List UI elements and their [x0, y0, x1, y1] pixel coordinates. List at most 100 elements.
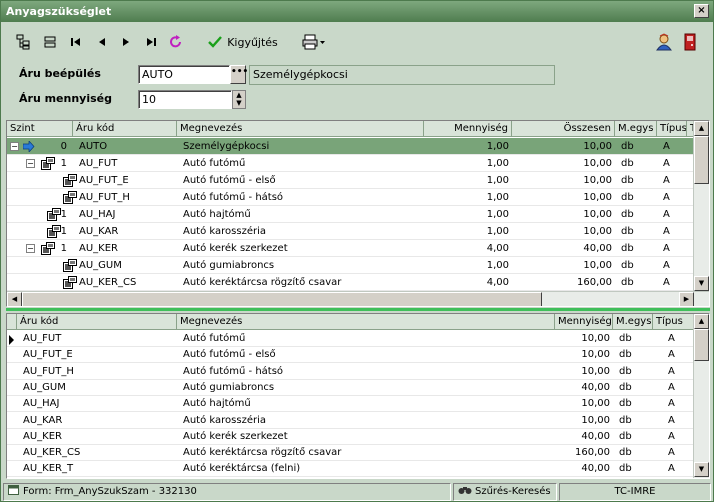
type-cell: A	[663, 141, 670, 152]
col-mennyiseg[interactable]: Mennyiség	[424, 121, 512, 137]
aru-mennyiseg-input[interactable]: 10	[138, 90, 232, 109]
status-form-name: Form: Frm_AnySzukSzam - 332130	[23, 486, 197, 497]
col-tipus[interactable]: Típus	[653, 314, 695, 330]
collapse-icon[interactable]: −	[10, 142, 19, 151]
scroll-up-icon[interactable]: ▲	[694, 314, 709, 329]
exit-button[interactable]	[679, 31, 701, 53]
spin-up-icon[interactable]: ▲	[233, 91, 245, 99]
summary-vertical-scrollbar[interactable]: ▲ ▼	[693, 314, 709, 478]
list-row[interactable]: AU_KAR Autó karosszéria 10,00 db A	[7, 413, 693, 429]
list-row[interactable]: AU_FUT_H Autó futómű - hátsó 10,00 db A	[7, 364, 693, 380]
name-cell: Autó futómű - első	[183, 349, 276, 361]
name-cell: Autó futómű	[183, 333, 246, 344]
unit-cell: db	[619, 447, 632, 459]
level-cell: 1	[60, 226, 67, 237]
scroll-down-icon[interactable]: ▼	[694, 276, 709, 291]
list-view-button[interactable]	[39, 31, 61, 53]
name-cell: Autó gumiabroncs	[183, 260, 275, 271]
last-record-button[interactable]	[140, 31, 162, 53]
scroll-thumb[interactable]	[694, 136, 709, 184]
level-cell: 1	[60, 209, 67, 220]
col-szint[interactable]: Szint	[7, 121, 73, 137]
print-button[interactable]	[299, 31, 329, 53]
filter-search-panel[interactable]: Szűrés-Keresés	[453, 483, 557, 501]
unit-cell: db	[621, 209, 634, 220]
scroll-left-icon[interactable]: ◀	[7, 292, 22, 306]
tree-row[interactable]: AU_KER_CS Autó keréktárcsa rögzítő csavar…	[7, 274, 698, 291]
col-megys[interactable]: M.egys	[615, 121, 657, 137]
col-indicator	[7, 314, 17, 330]
col-megnevezes[interactable]: Megnevezés	[177, 121, 424, 137]
unit-cell: db	[621, 175, 634, 186]
user-button[interactable]	[653, 31, 675, 53]
type-cell: A	[663, 226, 670, 237]
col-aru-kod[interactable]: Áru kód	[17, 314, 177, 330]
col-osszesen[interactable]: Összesen	[512, 121, 615, 137]
list-row[interactable]: AU_GUM Autó gumiabroncs 40,00 db A	[7, 380, 693, 396]
spin-down-icon[interactable]: ▼	[233, 99, 245, 107]
quantity-cell: 10,00	[581, 414, 610, 426]
scroll-down-icon[interactable]: ▼	[694, 462, 709, 477]
tree-vertical-scrollbar[interactable]: ▲ ▼	[693, 121, 709, 291]
level-cell	[37, 274, 70, 291]
tree-row[interactable]: AU_FUT_HAutó futómű - hátsó1,0010,00dbAA	[7, 189, 698, 206]
quantity-cell: 40,00	[581, 381, 610, 393]
total-cell: 160,00	[577, 277, 612, 288]
first-record-button[interactable]	[65, 31, 87, 53]
quantity-spinner[interactable]: ▲ ▼	[232, 90, 246, 109]
tree-horizontal-scrollbar[interactable]: ◀ ▶	[7, 291, 709, 306]
aru-beepules-input[interactable]: AUTO	[138, 65, 230, 84]
code-cell: AU_FUT	[23, 333, 62, 344]
tree-row[interactable]: AU_GUMAutó gumiabroncs1,0010,00dbAA	[7, 257, 698, 274]
col-megys[interactable]: M.egys	[613, 314, 653, 330]
scroll-thumb[interactable]	[694, 329, 709, 361]
tree-view-button[interactable]	[13, 31, 35, 53]
code-cell: AU_FUT_E	[79, 175, 129, 186]
type-cell: A	[663, 192, 670, 203]
name-cell: Autó futómű	[183, 158, 246, 169]
next-record-button[interactable]	[115, 31, 137, 53]
unit-cell: db	[619, 381, 632, 393]
unit-cell: db	[621, 192, 634, 203]
unit-cell: db	[619, 414, 632, 426]
previous-icon	[99, 38, 105, 46]
tree-row[interactable]: − 1 AU_KER Autó kerék szerkezet 4,00 40,00 db A…	[7, 240, 698, 257]
quantity-cell: 1,00	[486, 260, 509, 271]
scroll-right-icon[interactable]: ▶	[679, 292, 694, 306]
quantity-cell: 4,00	[486, 243, 509, 254]
tree-row[interactable]: 1AU_HAJAutó hajtómű1,0010,00dbAA	[7, 206, 698, 223]
list-row[interactable]: AU_HAJ Autó hajtómű 10,00 db A	[7, 396, 693, 413]
collapse-icon[interactable]: −	[26, 159, 35, 168]
col-aru-kod[interactable]: Áru kód	[73, 121, 177, 137]
scroll-up-icon[interactable]: ▲	[694, 121, 709, 136]
previous-record-button[interactable]	[91, 31, 113, 53]
col-megnevezes[interactable]: Megnevezés	[177, 314, 555, 330]
level-cell	[37, 189, 70, 206]
list-row[interactable]: AU_FUT Autó futómű 10,00 db A	[7, 331, 693, 347]
tree-row[interactable]: 1AU_KARAutó karosszéria1,0010,00dbAA	[7, 223, 698, 240]
unit-cell: db	[619, 333, 632, 344]
pane-splitter[interactable]	[6, 308, 710, 311]
quantity-cell: 10,00	[581, 333, 610, 344]
refresh-button[interactable]	[165, 31, 187, 53]
tree-row[interactable]: AU_FUT_EAutó futómű - első1,0010,00dbAA	[7, 172, 698, 189]
list-row[interactable]: AU_KER_T Autó keréktárcsa (felni) 40,00 db A	[7, 461, 693, 478]
close-button[interactable]: ×	[694, 4, 709, 18]
lookup-button[interactable]: •••	[230, 65, 248, 84]
summary-grid: Áru kód Megnevezés Mennyiség M.egys Típu…	[6, 313, 710, 479]
tree-row[interactable]: −1AU_FUTAutó futómű1,0010,00dbAA	[7, 155, 698, 172]
tree-row[interactable]: −0AUTOSzemélygépkocsi1,0010,00dbAA	[7, 138, 698, 155]
hscroll-thumb[interactable]	[22, 292, 542, 306]
list-row[interactable]: AU_KER Autó kerék szerkezet 40,00 db A	[7, 429, 693, 445]
list-row[interactable]: AU_FUT_E Autó futómű - első 10,00 db A	[7, 347, 693, 364]
code-cell: AU_KER_T	[23, 463, 74, 475]
refresh-icon	[170, 35, 181, 48]
unit-cell: db	[619, 430, 632, 442]
list-row[interactable]: AU_KER_CS Autó keréktárcsa rögzítő csavar…	[7, 445, 693, 462]
total-cell: 40,00	[583, 243, 612, 254]
type-cell: A	[668, 447, 675, 459]
col-mennyiseg[interactable]: Mennyiség	[555, 314, 613, 330]
collapse-icon[interactable]: −	[26, 244, 35, 253]
col-tipus[interactable]: Típus	[657, 121, 687, 137]
export-button[interactable]: Kigyűjtés	[207, 31, 279, 53]
